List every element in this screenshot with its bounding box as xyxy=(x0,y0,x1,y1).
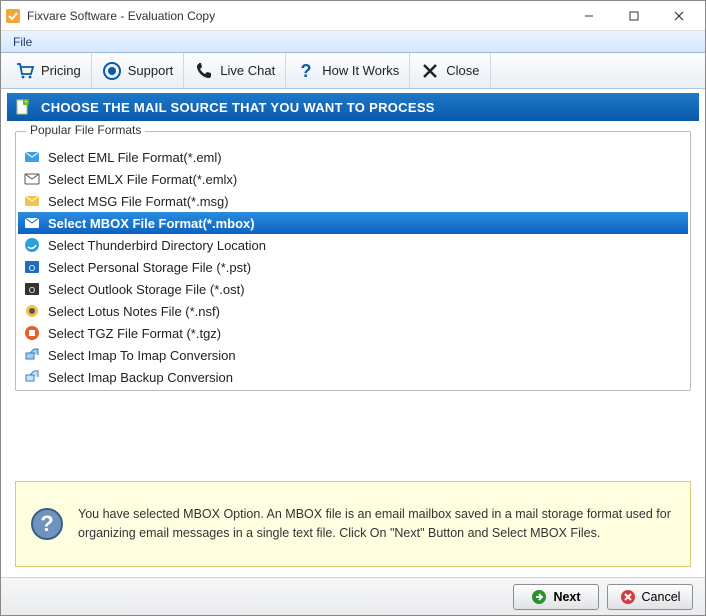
window-title: Fixvare Software - Evaluation Copy xyxy=(27,9,566,23)
toolbar-label: Close xyxy=(446,63,479,78)
next-label: Next xyxy=(553,590,580,604)
emlx-icon xyxy=(24,171,40,187)
close-window-button[interactable] xyxy=(656,2,701,30)
format-option[interactable]: O Select Personal Storage File (*.pst) xyxy=(18,256,688,278)
format-label: Select EMLX File Format(*.emlx) xyxy=(48,172,237,187)
app-icon xyxy=(5,8,21,24)
toolbar: Pricing Support Live Chat ? How It Works… xyxy=(1,53,705,89)
msg-icon xyxy=(24,193,40,209)
format-option[interactable]: Select Imap Backup Conversion xyxy=(18,366,688,388)
headset-icon xyxy=(102,61,122,81)
question-icon: ? xyxy=(296,61,316,81)
close-button[interactable]: Close xyxy=(410,53,490,88)
info-text: You have selected MBOX Option. An MBOX f… xyxy=(78,505,676,543)
format-option[interactable]: Select MBOX File Format(*.mbox) xyxy=(18,212,688,234)
section-title: CHOOSE THE MAIL SOURCE THAT YOU WANT TO … xyxy=(41,100,435,115)
live-chat-button[interactable]: Live Chat xyxy=(184,53,286,88)
tgz-icon xyxy=(24,325,40,341)
cancel-label: Cancel xyxy=(642,590,681,604)
popular-file-formats-group: Popular File Formats Select EML File For… xyxy=(15,131,691,391)
info-panel: ? You have selected MBOX Option. An MBOX… xyxy=(15,481,691,567)
title-bar: Fixvare Software - Evaluation Copy xyxy=(1,1,705,31)
cancel-icon xyxy=(620,589,636,605)
eml-icon xyxy=(24,149,40,165)
format-label: Select Personal Storage File (*.pst) xyxy=(48,260,251,275)
how-it-works-button[interactable]: ? How It Works xyxy=(286,53,410,88)
support-button[interactable]: Support xyxy=(92,53,185,88)
format-label: Select Lotus Notes File (*.nsf) xyxy=(48,304,220,319)
format-option[interactable]: Select Thunderbird Directory Location xyxy=(18,234,688,256)
svg-text:O: O xyxy=(29,286,35,295)
format-label: Select EML File Format(*.eml) xyxy=(48,150,222,165)
group-legend: Popular File Formats xyxy=(26,123,145,137)
svg-text:?: ? xyxy=(40,511,53,536)
svg-text:+: + xyxy=(24,100,28,106)
tbird-icon xyxy=(24,237,40,253)
format-label: Select MSG File Format(*.msg) xyxy=(48,194,229,209)
imap-icon xyxy=(24,347,40,363)
format-option[interactable]: Select TGZ File Format (*.tgz) xyxy=(18,322,688,344)
close-x-icon xyxy=(420,61,440,81)
maximize-button[interactable] xyxy=(611,2,656,30)
menu-bar: File xyxy=(1,31,705,53)
format-option[interactable]: O Select Outlook Storage File (*.ost) xyxy=(18,278,688,300)
format-label: Select TGZ File Format (*.tgz) xyxy=(48,326,221,341)
arrow-right-icon xyxy=(531,589,547,605)
cart-icon xyxy=(15,61,35,81)
cancel-button[interactable]: Cancel xyxy=(607,584,693,610)
footer: Next Cancel xyxy=(1,577,705,615)
format-option[interactable]: Select EML File Format(*.eml) xyxy=(18,146,688,168)
svg-text:O: O xyxy=(29,264,35,273)
minimize-button[interactable] xyxy=(566,2,611,30)
toolbar-label: Support xyxy=(128,63,174,78)
format-option[interactable]: Select EMLX File Format(*.emlx) xyxy=(18,168,688,190)
pst-icon: O xyxy=(24,259,40,275)
next-button[interactable]: Next xyxy=(513,584,599,610)
info-question-icon: ? xyxy=(30,507,64,541)
format-option[interactable]: Select Lotus Notes File (*.nsf) xyxy=(18,300,688,322)
svg-text:?: ? xyxy=(301,61,312,81)
toolbar-label: How It Works xyxy=(322,63,399,78)
format-label: Select MBOX File Format(*.mbox) xyxy=(48,216,255,231)
imapbk-icon xyxy=(24,369,40,385)
nsf-icon xyxy=(24,303,40,319)
ost-icon: O xyxy=(24,281,40,297)
menu-file[interactable]: File xyxy=(7,33,38,51)
format-label: Select Imap To Imap Conversion xyxy=(48,348,236,363)
section-header: + CHOOSE THE MAIL SOURCE THAT YOU WANT T… xyxy=(7,93,699,121)
toolbar-label: Live Chat xyxy=(220,63,275,78)
document-icon: + xyxy=(15,99,31,115)
format-option[interactable]: Select MSG File Format(*.msg) xyxy=(18,190,688,212)
format-option[interactable]: Select Imap To Imap Conversion xyxy=(18,344,688,366)
format-label: Select Thunderbird Directory Location xyxy=(48,238,266,253)
pricing-button[interactable]: Pricing xyxy=(5,53,92,88)
format-label: Select Imap Backup Conversion xyxy=(48,370,233,385)
phone-icon xyxy=(194,61,214,81)
format-label: Select Outlook Storage File (*.ost) xyxy=(48,282,245,297)
mbox-icon xyxy=(24,215,40,231)
toolbar-label: Pricing xyxy=(41,63,81,78)
